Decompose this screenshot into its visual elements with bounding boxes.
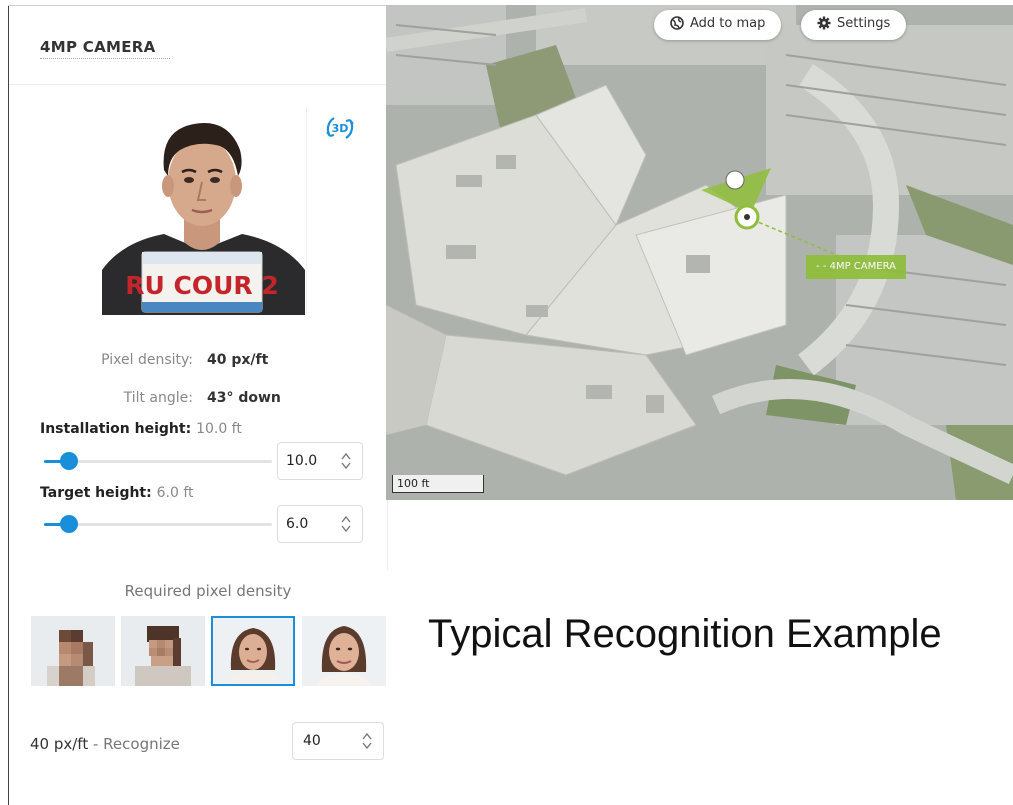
density-option-lowest[interactable]: [31, 616, 115, 686]
required-density-input[interactable]: 40: [303, 733, 321, 749]
title-underline: [40, 58, 170, 59]
target-height-label: Target height: 6.0 ft: [40, 485, 194, 501]
target-height-stepper[interactable]: 6.0: [277, 505, 363, 543]
camera-map-label[interactable]: - - 4MP CAMERA: [806, 255, 906, 279]
map-scale-bar: 100 ft: [392, 475, 484, 493]
pixel-density-label: Pixel density:: [101, 352, 193, 368]
window-top-border: [8, 5, 388, 6]
tilt-angle-label: Tilt angle:: [123, 390, 193, 406]
installation-height-slider-thumb[interactable]: [60, 452, 79, 470]
stepper-arrows-icon[interactable]: [340, 514, 352, 534]
svg-text:3D: 3D: [332, 122, 349, 135]
target-height-slider-thumb[interactable]: [60, 515, 79, 533]
title-divider: [9, 84, 387, 85]
rotate-3d-icon[interactable]: 3D: [322, 110, 358, 146]
installation-height-label: Installation height: 10.0 ft: [40, 421, 242, 437]
camera-name-title[interactable]: 4MP CAMERA: [40, 38, 156, 56]
target-height-value: 6.0 ft: [156, 485, 194, 501]
required-density-stepper[interactable]: 40: [292, 722, 384, 760]
installation-height-stepper[interactable]: 10.0: [277, 442, 363, 480]
installation-height-value: 10.0 ft: [196, 421, 242, 437]
example-caption: Typical Recognition Example: [428, 612, 942, 656]
map-imagery: [386, 5, 1013, 500]
pixel-density-value: 40 px/ft: [207, 352, 269, 368]
satellite-map[interactable]: Add to map Settings 100 ft - - 4MP CAMER…: [386, 5, 1013, 500]
density-option-low[interactable]: [121, 616, 205, 686]
face-preview-image: RU COUR 2: [102, 110, 305, 315]
gear-icon: [817, 16, 831, 30]
stepper-arrows-icon[interactable]: [361, 731, 373, 751]
tilt-angle-value: 43° down: [207, 390, 281, 406]
installation-height-slider-track[interactable]: [44, 460, 272, 463]
add-to-map-button[interactable]: Add to map: [654, 10, 782, 40]
stepper-arrows-icon[interactable]: [340, 451, 352, 471]
settings-button[interactable]: Settings: [801, 10, 907, 40]
installation-height-input[interactable]: 10.0: [286, 453, 317, 469]
required-density-readout: 40 px/ft - Recognize: [30, 735, 180, 753]
panel-divider: [387, 500, 388, 570]
target-height-slider-track[interactable]: [44, 523, 272, 526]
target-height-input[interactable]: 6.0: [286, 516, 308, 532]
preview-divider: [306, 108, 307, 313]
density-option-identify[interactable]: [302, 616, 386, 686]
globe-icon: [670, 16, 684, 30]
required-pixel-density-title: Required pixel density: [124, 582, 292, 600]
license-plate-text: RU COUR 2: [125, 271, 279, 300]
density-option-recognize[interactable]: [211, 616, 295, 686]
window-left-border: [8, 5, 9, 805]
